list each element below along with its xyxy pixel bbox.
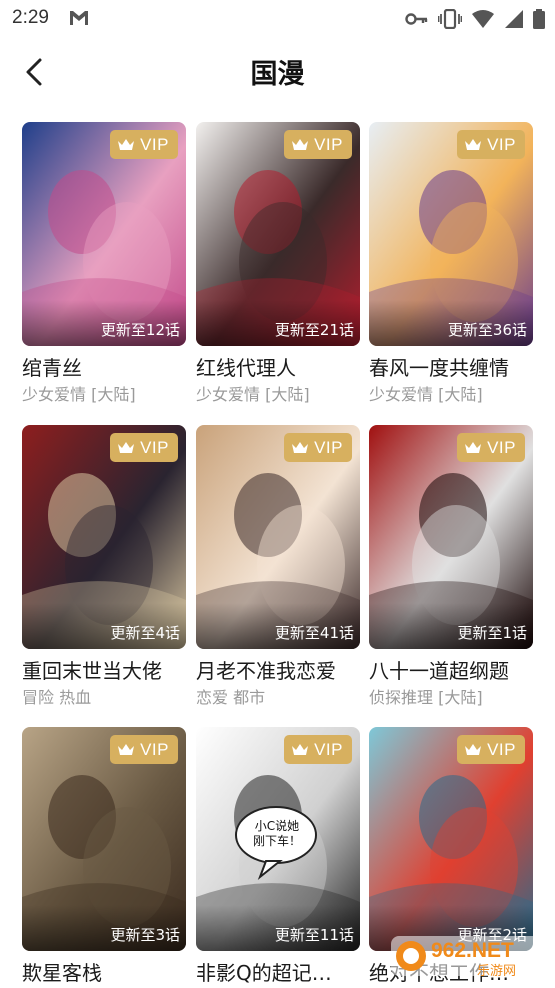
update-status: 更新至12话: [100, 321, 180, 339]
vip-label: VIP: [140, 134, 169, 154]
status-time: 2:29: [12, 7, 49, 28]
crown-icon: [118, 743, 135, 755]
update-status: 更新至36话: [447, 321, 527, 339]
site-watermark-logo: 962.NET 乐游网: [391, 936, 549, 979]
vip-badge: VIP: [110, 433, 178, 462]
comic-tags: 冒险 热血: [22, 688, 92, 707]
vip-badge: VIP: [284, 130, 352, 159]
update-status: 更新至3话: [110, 926, 180, 944]
comic-card[interactable]: VIP 更新至12话 绾青丝 少女爱情 [大陆]: [22, 122, 186, 406]
vip-badge: VIP: [457, 433, 525, 462]
comic-card[interactable]: VIP 更新至36话 春风一度共缠情 少女爱情 [大陆]: [369, 122, 533, 406]
gmail-icon: [70, 11, 88, 25]
comic-cover[interactable]: VIP 更新至1话: [369, 425, 533, 649]
comic-cover[interactable]: VIP 更新至12话: [22, 122, 186, 346]
comic-card[interactable]: 小C说她 刚下车！ VIP 更新至11话 非影Q的超记…: [196, 727, 360, 988]
comic-title[interactable]: 绾青丝: [22, 354, 186, 382]
comic-cover[interactable]: VIP 更新至2话: [369, 727, 533, 951]
speech-bubble-text: 小C说她 刚下车！: [252, 819, 301, 848]
update-overlay: 更新至21话: [196, 300, 360, 346]
vip-label: VIP: [140, 437, 169, 457]
crown-icon: [118, 138, 135, 150]
vip-badge: VIP: [284, 735, 352, 764]
status-bar: 2:29: [0, 0, 555, 38]
key-icon: [405, 13, 428, 25]
comic-card[interactable]: VIP 更新至1话 八十一道超纲题 侦探推理 [大陆]: [369, 425, 533, 709]
update-overlay: 更新至12话: [22, 300, 186, 346]
update-overlay: 更新至4话: [22, 603, 186, 649]
status-icons: [405, 9, 545, 29]
comic-title[interactable]: 非影Q的超记…: [196, 959, 360, 987]
vip-badge: VIP: [284, 433, 352, 462]
crown-icon: [465, 138, 482, 150]
crown-icon: [292, 441, 309, 453]
update-status: 更新至11话: [274, 926, 354, 944]
comic-title[interactable]: 欺星客栈: [22, 959, 186, 987]
comic-cover[interactable]: 小C说她 刚下车！ VIP 更新至11话: [196, 727, 360, 951]
vip-label: VIP: [140, 739, 169, 759]
comic-card[interactable]: VIP 更新至4话 重回末世当大佬 冒险 热血: [22, 425, 186, 709]
comic-card[interactable]: VIP 更新至3话 欺星客栈: [22, 727, 186, 988]
comic-cover[interactable]: VIP 更新至36话: [369, 122, 533, 346]
vip-label: VIP: [487, 134, 516, 154]
update-status: 更新至4话: [110, 624, 180, 642]
comic-title[interactable]: 八十一道超纲题: [369, 657, 533, 685]
comic-cover[interactable]: VIP 更新至4话: [22, 425, 186, 649]
crown-icon: [292, 138, 309, 150]
crown-icon: [465, 441, 482, 453]
crown-icon: [118, 441, 135, 453]
page-title: 国漫: [250, 59, 305, 90]
comic-cover[interactable]: VIP 更新至3话: [22, 727, 186, 951]
comic-title[interactable]: 月老不准我恋爱: [196, 657, 360, 685]
vip-label: VIP: [314, 739, 343, 759]
vip-badge: VIP: [457, 130, 525, 159]
update-status: 更新至21话: [274, 321, 354, 339]
signal-icon: [505, 10, 523, 28]
comic-title[interactable]: 红线代理人: [196, 354, 360, 382]
vip-label: VIP: [487, 437, 516, 457]
vip-label: VIP: [487, 739, 516, 759]
update-status: 更新至41话: [274, 624, 354, 642]
vip-label: VIP: [314, 437, 343, 457]
vip-badge: VIP: [457, 735, 525, 764]
comic-card[interactable]: VIP 更新至41话 月老不准我恋爱 恋爱 都市: [196, 425, 360, 709]
comic-tags: 少女爱情 [大陆]: [22, 385, 136, 404]
update-status: 更新至1话: [457, 624, 527, 642]
comic-tags: 侦探推理 [大陆]: [369, 688, 483, 707]
update-overlay: 更新至11话: [196, 905, 360, 951]
update-overlay: 更新至1话: [369, 603, 533, 649]
crown-icon: [292, 743, 309, 755]
comic-title[interactable]: 春风一度共缠情: [369, 354, 533, 382]
update-overlay: 更新至3话: [22, 905, 186, 951]
comic-cover[interactable]: VIP 更新至21话: [196, 122, 360, 346]
svg-text:962.NET: 962.NET: [431, 939, 514, 962]
vibrate-icon: [438, 9, 462, 29]
update-overlay: 更新至36话: [369, 300, 533, 346]
svg-text:乐游网: 乐游网: [477, 964, 516, 979]
crown-icon: [465, 743, 482, 755]
app-bar: 国漫: [0, 38, 555, 102]
battery-icon: [533, 9, 545, 29]
comic-tags: 恋爱 都市: [196, 688, 266, 707]
comic-title[interactable]: 重回末世当大佬: [22, 657, 186, 685]
comic-tags: 少女爱情 [大陆]: [196, 385, 310, 404]
update-overlay: 更新至41话: [196, 603, 360, 649]
wifi-icon: [472, 10, 494, 28]
comic-cover[interactable]: VIP 更新至41话: [196, 425, 360, 649]
vip-label: VIP: [314, 134, 343, 154]
comic-tags: 少女爱情 [大陆]: [369, 385, 483, 404]
vip-badge: VIP: [110, 735, 178, 764]
vip-badge: VIP: [110, 130, 178, 159]
comic-card[interactable]: VIP 更新至21话 红线代理人 少女爱情 [大陆]: [196, 122, 360, 406]
